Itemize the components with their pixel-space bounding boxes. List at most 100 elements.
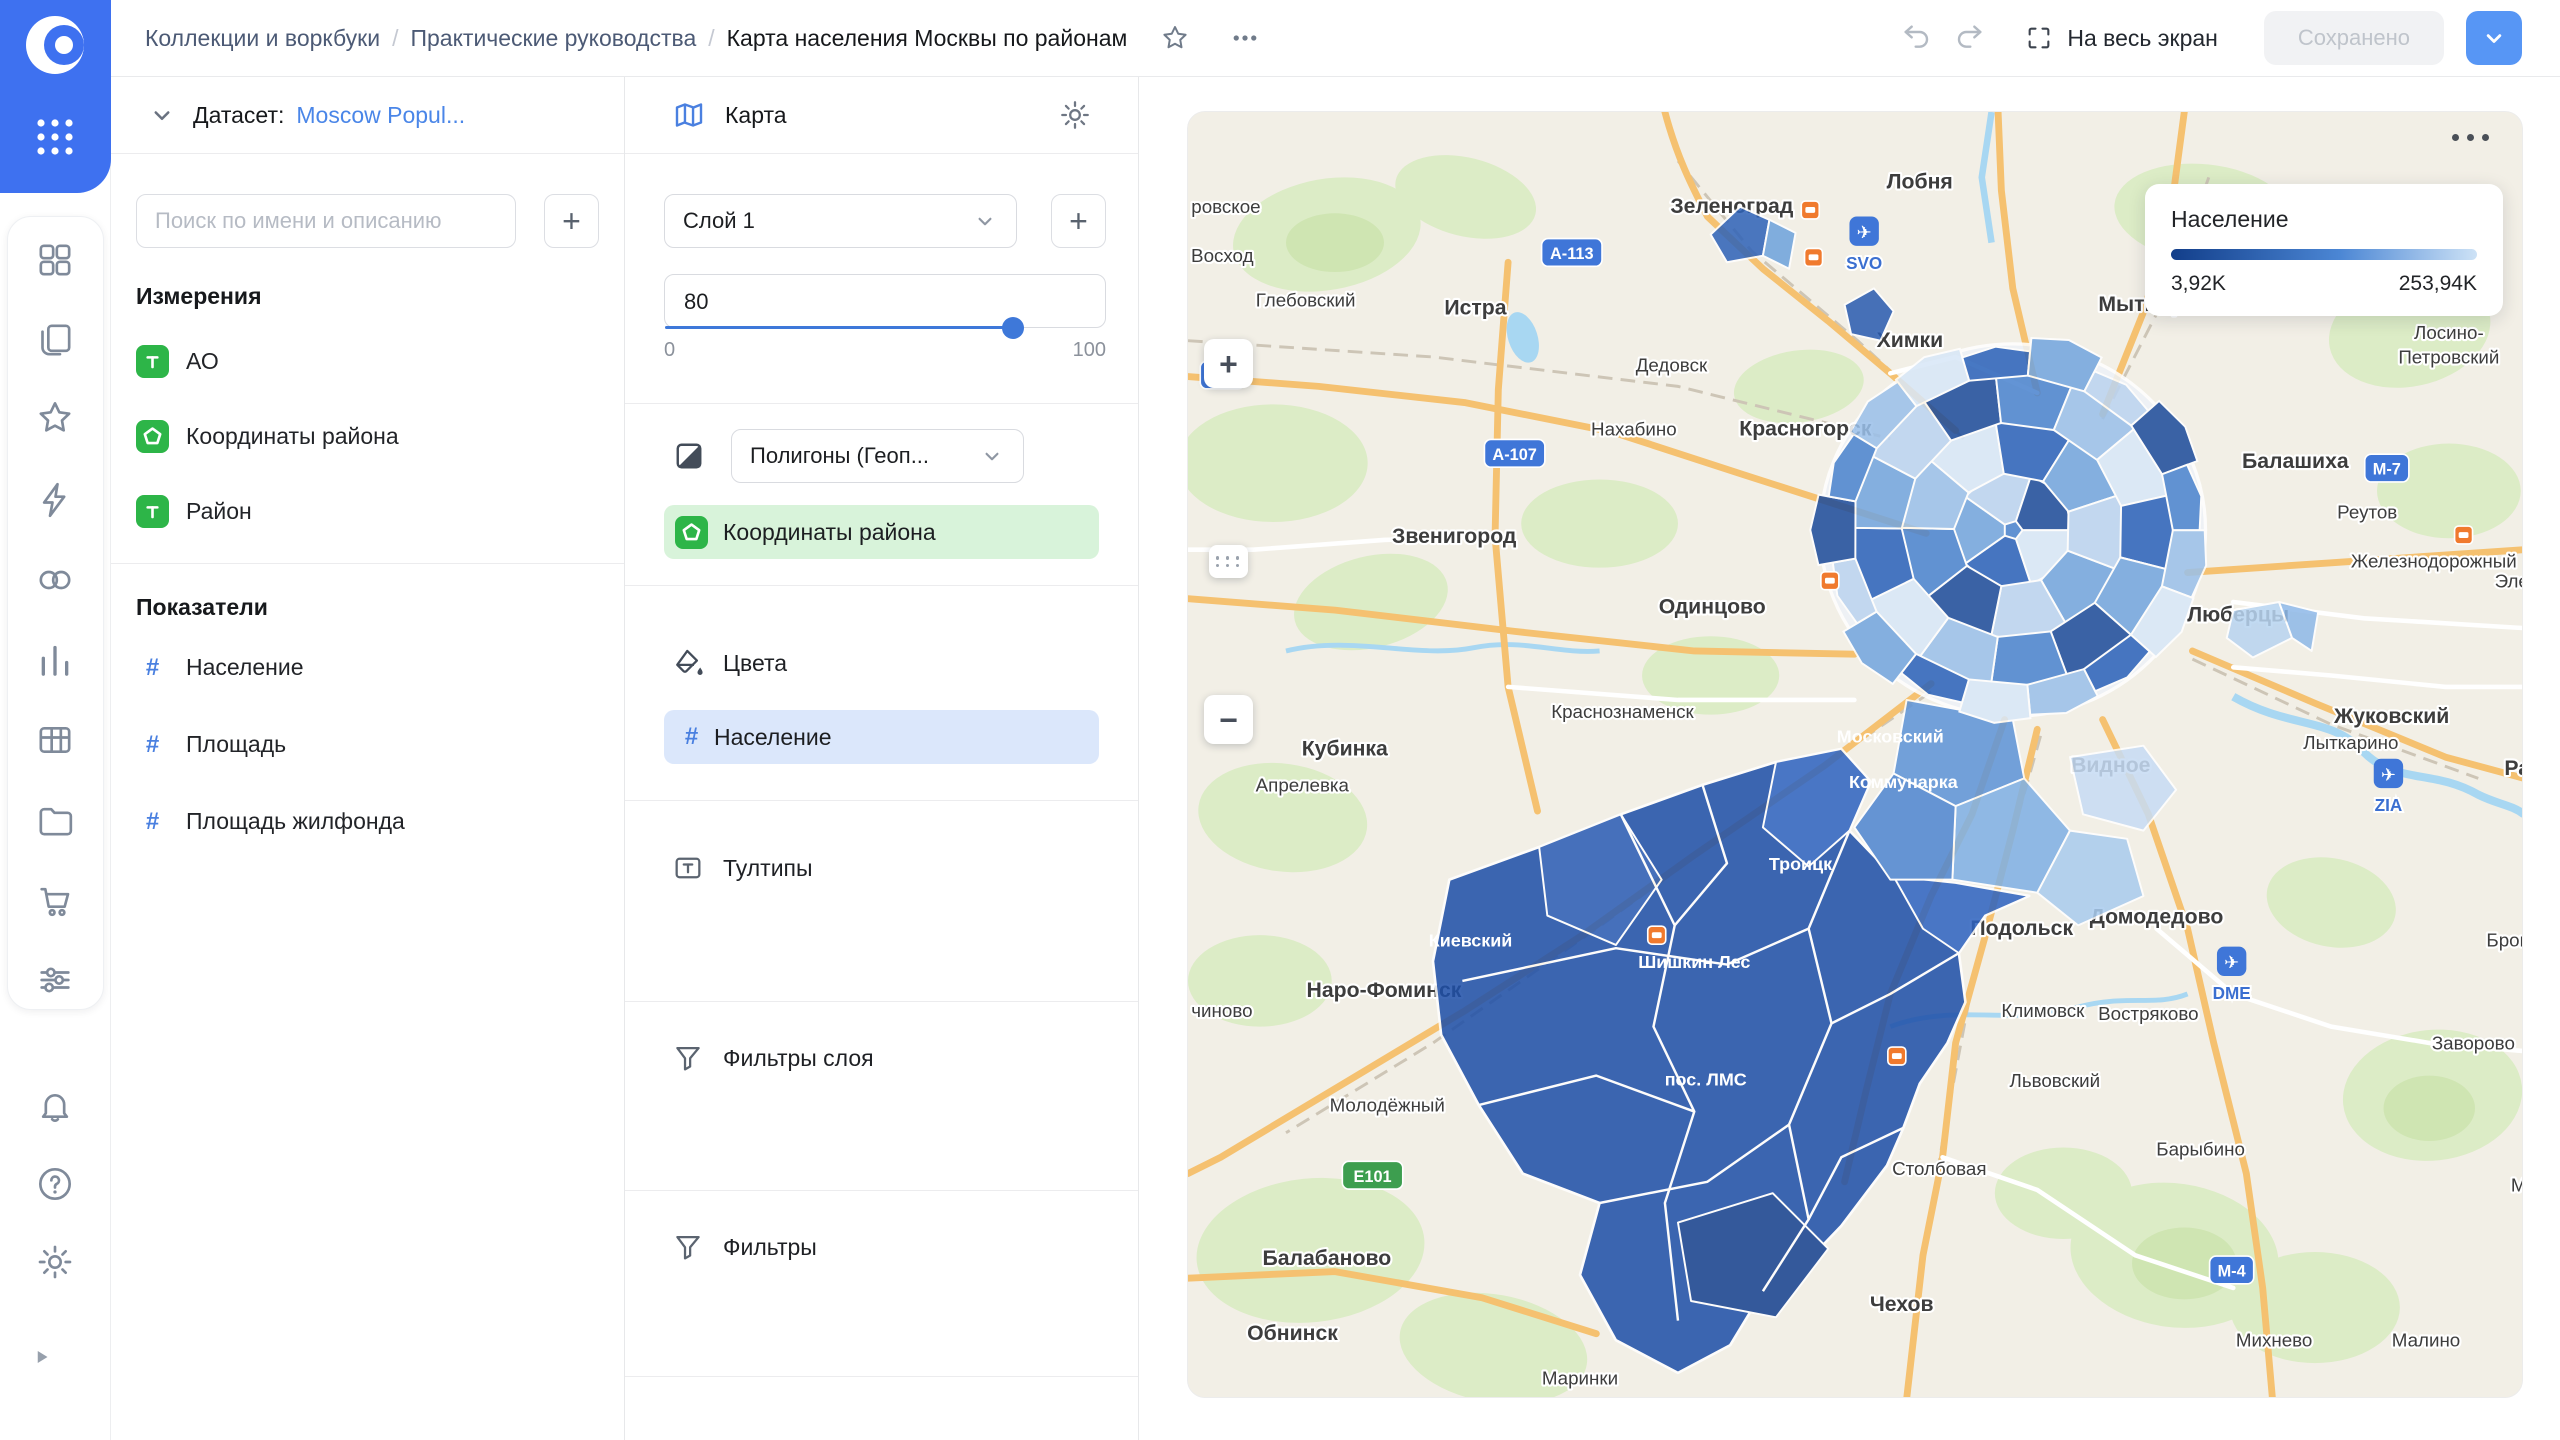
- map-legend: Население 3,92K 253,94K: [2145, 184, 2503, 316]
- measure-item-housing-area[interactable]: # Площадь жилфонда: [136, 784, 596, 859]
- add-layer-button[interactable]: +: [1051, 194, 1106, 248]
- map-chart-icon: [671, 97, 707, 133]
- more-menu-button[interactable]: [1223, 16, 1267, 60]
- number-type-icon: #: [675, 723, 708, 751]
- measure-label: Площадь: [186, 731, 286, 758]
- datalens-logo[interactable]: [0, 0, 111, 193]
- map-label: Бронни: [2486, 930, 2523, 951]
- folder-icon: [35, 800, 75, 840]
- opacity-scale: 0 100: [664, 339, 1106, 362]
- nav-char​ts[interactable]: [27, 632, 83, 688]
- gear-icon: [1058, 98, 1092, 132]
- favorite-star-button[interactable]: [1153, 16, 1197, 60]
- add-field-button[interactable]: +: [544, 194, 599, 248]
- save-dropdown-button[interactable]: [2466, 11, 2522, 65]
- connections-icon: [35, 560, 75, 600]
- map-label: Московский: [1837, 726, 1944, 746]
- help-button[interactable]: [27, 1156, 83, 1212]
- svg-text:SVO: SVO: [1846, 253, 1882, 273]
- scale-max: 100: [1073, 339, 1106, 362]
- fullscreen-icon: [2025, 24, 2053, 52]
- undo-button[interactable]: [1901, 20, 1933, 57]
- slider-knob[interactable]: [1002, 317, 1024, 339]
- chip-label: Координаты района: [723, 519, 936, 546]
- dataset-header[interactable]: Датасет: Moscow Popul...: [111, 77, 624, 154]
- map-label: Жуковский: [2333, 705, 2449, 728]
- colors-field-chip[interactable]: # Население: [664, 710, 1099, 764]
- map-label: Апрелевка: [1256, 774, 1350, 795]
- chevron-down-icon: [979, 443, 1005, 469]
- nav-favorites[interactable]: [27, 390, 83, 446]
- nav-connections[interactable]: [27, 552, 83, 608]
- geopolygon-field-chip[interactable]: Координаты района: [664, 505, 1099, 559]
- geopolygon-type-icon: [675, 516, 708, 549]
- breadcrumb-collections[interactable]: Коллекции и воркбуки: [145, 25, 380, 52]
- map-label: Востряково: [2098, 1003, 2198, 1024]
- dimension-label: АО: [186, 348, 219, 375]
- filters-section-row: Фильтры: [671, 1220, 817, 1274]
- dimension-item-ao[interactable]: АО: [136, 324, 596, 399]
- nav-datasets[interactable]: [27, 712, 83, 768]
- measure-item-population[interactable]: # Население: [136, 630, 596, 705]
- divider: [625, 1190, 1138, 1191]
- cart-icon: [35, 880, 75, 920]
- zoom-in-button[interactable]: +: [1204, 339, 1253, 388]
- layer-select[interactable]: Слой 1: [664, 194, 1017, 248]
- zoom-out-button[interactable]: −: [1204, 695, 1253, 744]
- field-search-input[interactable]: [136, 194, 516, 248]
- dataset-name-link[interactable]: Moscow Popul...: [296, 102, 465, 129]
- map-options-button[interactable]: [2452, 134, 2489, 141]
- dimension-item-district[interactable]: Район: [136, 474, 596, 549]
- railway-station-marker: [2455, 526, 2473, 544]
- colors-icon: [671, 646, 705, 680]
- chevron-down-icon: [147, 100, 177, 130]
- layer-filters-title: Фильтры слоя: [723, 1045, 874, 1072]
- sliders-icon: [35, 960, 75, 1000]
- map-label: Глебовский: [1256, 289, 1356, 310]
- svg-text:ZIA: ZIA: [2375, 795, 2403, 815]
- breadcrumb-guides[interactable]: Практические руководства: [410, 25, 696, 52]
- divider: [625, 800, 1138, 801]
- map-label: Нахабино: [1591, 418, 1677, 439]
- dimension-item-coords[interactable]: Координаты района: [136, 399, 596, 474]
- map-label: Львовский: [2010, 1070, 2101, 1091]
- fullscreen-button[interactable]: На весь экран: [2025, 24, 2218, 52]
- svg-text:DME: DME: [2213, 983, 2251, 1003]
- nav-services[interactable]: [27, 952, 83, 1008]
- zoom-slider-handle[interactable]: [1209, 545, 1248, 578]
- chevron-down-icon: [2480, 24, 2508, 52]
- nav-dashboards[interactable]: [27, 232, 83, 288]
- funnel-icon: [671, 1041, 705, 1075]
- star-icon: [1160, 23, 1190, 53]
- road-shield: М-4: [2210, 1256, 2254, 1284]
- geolayer-row: [671, 429, 707, 483]
- map-label: М: [2511, 1175, 2523, 1196]
- nav-storage[interactable]: [27, 792, 83, 848]
- chart-settings-gear[interactable]: [1058, 98, 1092, 132]
- svg-text:✈: ✈: [2224, 953, 2239, 973]
- layer-opacity-slider[interactable]: 80: [664, 274, 1106, 328]
- nav-workbooks[interactable]: [27, 312, 83, 368]
- notifications-button[interactable]: [27, 1076, 83, 1132]
- map-label: Молодёжный: [1330, 1095, 1445, 1116]
- saved-button[interactable]: Сохранено: [2264, 11, 2444, 65]
- map-label: Краснознаменск: [1551, 701, 1694, 722]
- nav-editor[interactable]: [27, 472, 83, 528]
- breadcrumb-separator: /: [708, 25, 714, 52]
- expand-rail-button[interactable]: [28, 1344, 54, 1375]
- apps-grid-icon[interactable]: [37, 119, 72, 154]
- map-label: Чехов: [1870, 1293, 1934, 1316]
- redo-button[interactable]: [1953, 20, 1985, 57]
- map-label: Подольск: [1970, 917, 2073, 940]
- workbooks-icon: [35, 320, 75, 360]
- measure-item-area[interactable]: # Площадь: [136, 707, 596, 782]
- lightning-icon: [35, 480, 75, 520]
- map-label: Химки: [1877, 329, 1944, 352]
- divider: [625, 1376, 1138, 1377]
- geotype-select[interactable]: Полигоны (Геоп...: [731, 429, 1024, 483]
- settings-button[interactable]: [27, 1234, 83, 1290]
- slider-fill: [665, 326, 1013, 329]
- nav-marketplace[interactable]: [27, 872, 83, 928]
- map-label: Дедовск: [1636, 355, 1708, 376]
- svg-text:Е101: Е101: [1353, 1168, 1391, 1186]
